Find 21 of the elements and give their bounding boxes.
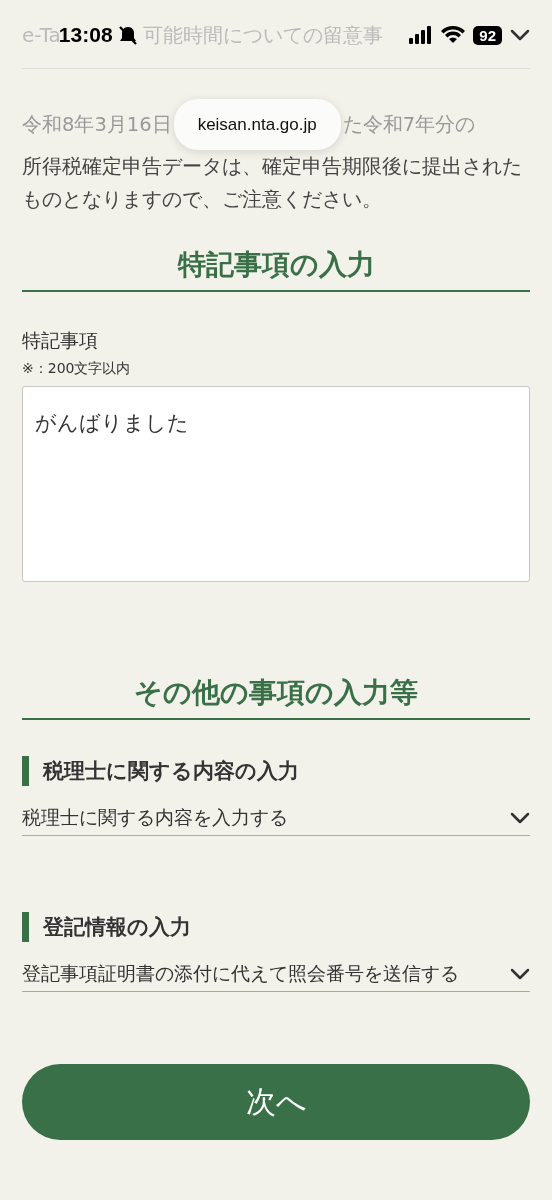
notice-text: た令和7年分の — [342, 112, 476, 138]
chevron-down-icon — [510, 811, 530, 824]
field-label: 特記事項 — [22, 328, 99, 353]
section-title: 特記事項の入力 — [22, 246, 530, 292]
chevron-down-icon — [510, 967, 530, 980]
notice-text: 令和8年3月16日 — [22, 112, 172, 138]
battery-level: 92 — [473, 25, 502, 45]
section-title: その他の事項の入力等 — [22, 674, 530, 720]
field-note: ※：200文字以内 — [22, 360, 132, 378]
next-button[interactable]: 次へ — [22, 1064, 530, 1140]
notice-text: 所得税確定申告データは、確定申告期限後に提出されたものとなりますので、ご注意ください。 — [22, 154, 523, 213]
wifi-icon — [441, 26, 466, 44]
subsection-heading: 税理士に関する内容の入力 — [22, 756, 530, 786]
subsection-heading: 登記情報の入力 — [22, 912, 530, 942]
select-field[interactable]: 税理士に関する内容を入力する — [22, 802, 530, 836]
url-pill[interactable]: keisan.nta.go.jp — [173, 99, 341, 150]
signal-icon — [409, 26, 434, 44]
bell-muted-icon — [116, 24, 139, 46]
select-field[interactable]: 登記事項証明書の添付に代えて照会番号を送信する — [22, 958, 530, 992]
status-time: 13:08 — [58, 23, 113, 47]
text-area[interactable]: がんばりました — [22, 386, 530, 582]
